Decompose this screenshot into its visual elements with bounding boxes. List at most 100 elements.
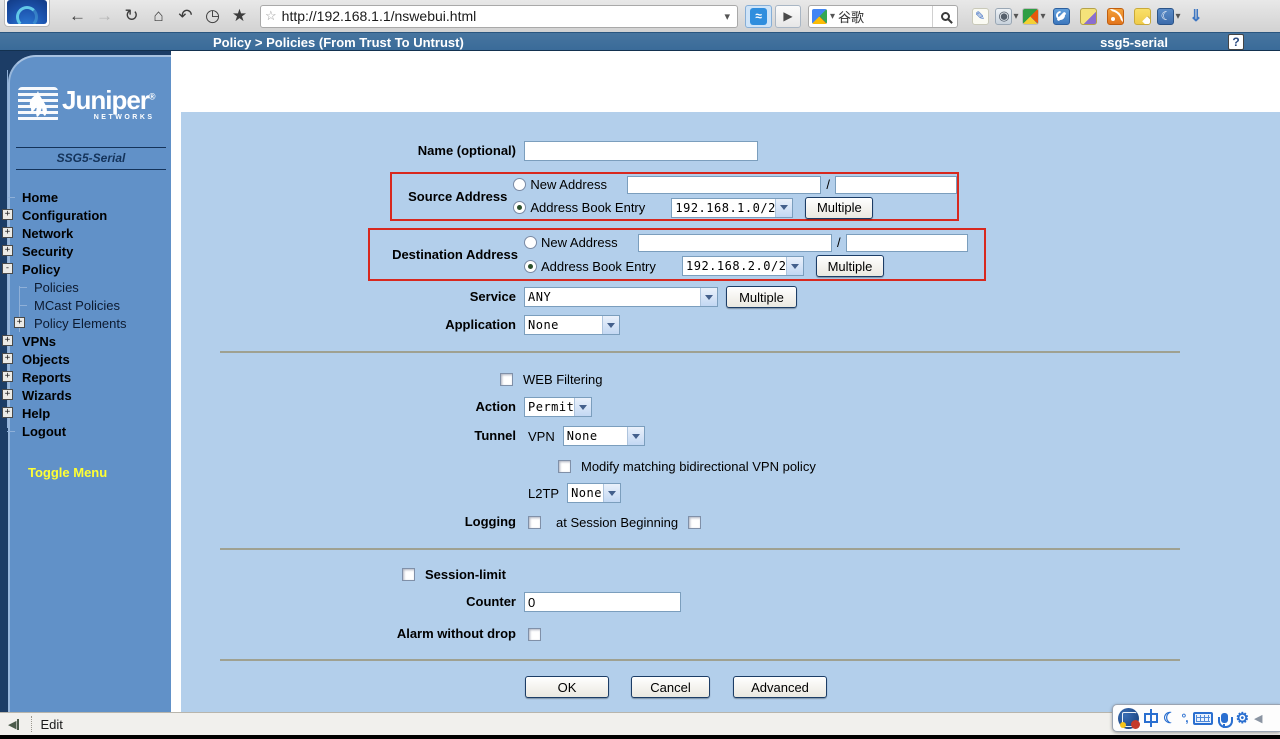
sidebar-item-policies[interactable]: Policies xyxy=(2,278,172,296)
sidebar-item-security[interactable]: +Security xyxy=(2,242,172,260)
expand-icon[interactable]: + xyxy=(2,227,13,238)
ime-logo-icon[interactable] xyxy=(1118,708,1139,729)
logging-checkbox[interactable] xyxy=(528,516,541,529)
sidebar-item-configuration[interactable]: +Configuration xyxy=(2,206,172,224)
sidebar-item-policy-elements[interactable]: +Policy Elements xyxy=(2,314,172,332)
sidebar-item-mcast-policies[interactable]: MCast Policies xyxy=(2,296,172,314)
expand-icon[interactable]: + xyxy=(2,209,13,220)
destination-address-book-radio[interactable] xyxy=(524,260,537,273)
chevron-down-icon[interactable] xyxy=(627,427,644,445)
rss-button[interactable] xyxy=(1103,5,1127,28)
search-input[interactable]: 谷歌 xyxy=(838,7,932,26)
toggle-menu-link[interactable]: Toggle Menu xyxy=(28,465,107,480)
ime-chinese-mode-icon[interactable] xyxy=(1144,713,1158,723)
vpn-select[interactable]: None xyxy=(563,426,645,446)
chevron-down-icon[interactable] xyxy=(786,257,803,275)
web-filtering-checkbox[interactable] xyxy=(500,373,513,386)
bookmark-star-icon[interactable]: ★ xyxy=(226,3,253,29)
modify-bidirectional-checkbox[interactable] xyxy=(558,460,571,473)
apps-button[interactable]: ▾ xyxy=(1022,5,1046,28)
forward-icon[interactable]: → xyxy=(91,3,118,29)
source-new-address-input[interactable] xyxy=(627,176,821,194)
counter-input[interactable] xyxy=(524,592,681,612)
search-box[interactable]: ▾ 谷歌 xyxy=(808,5,958,28)
advanced-button[interactable]: Advanced xyxy=(733,676,827,698)
expand-icon[interactable]: + xyxy=(2,335,13,346)
download-button[interactable]: ⇓ xyxy=(1184,5,1208,28)
source-address-book-select[interactable]: 192.168.1.0/24 xyxy=(671,198,793,218)
session-limit-checkbox[interactable] xyxy=(402,568,415,581)
ime-collapse-icon[interactable]: ◀ xyxy=(1254,712,1262,725)
quickdial-button[interactable]: ≈ xyxy=(745,5,772,28)
chevron-down-icon[interactable]: ▾ xyxy=(1175,11,1180,22)
nightmode-button[interactable]: ☾ ▾ xyxy=(1157,5,1181,28)
source-new-address-radio[interactable] xyxy=(513,178,526,191)
source-address-book-radio[interactable] xyxy=(513,201,526,214)
expand-icon[interactable]: + xyxy=(2,353,13,364)
sidebar-item-help[interactable]: +Help xyxy=(2,404,172,422)
sidebar-item-network[interactable]: +Network xyxy=(2,224,172,242)
alarm-checkbox[interactable] xyxy=(528,628,541,641)
destination-netmask-input[interactable] xyxy=(846,234,968,252)
url-dropdown-icon[interactable]: ▾ xyxy=(721,10,733,23)
google-icon[interactable] xyxy=(812,9,827,24)
search-button[interactable] xyxy=(932,6,957,27)
sidebar-item-policy[interactable]: -Policy xyxy=(2,260,172,278)
chevron-down-icon[interactable] xyxy=(574,398,591,416)
url-text[interactable]: http://192.168.1.1/nswebui.html xyxy=(282,8,722,24)
l2tp-select[interactable]: None xyxy=(567,483,621,503)
ime-keyboard-icon[interactable] xyxy=(1193,712,1213,725)
ime-fullwidth-icon[interactable]: ☾ xyxy=(1163,711,1176,726)
chevron-down-icon[interactable] xyxy=(700,288,717,306)
destination-multiple-button[interactable]: Multiple xyxy=(816,255,884,277)
ime-settings-gear-icon[interactable]: ⚙ xyxy=(1236,711,1249,726)
sidebar-item-reports[interactable]: +Reports xyxy=(2,368,172,386)
dock-left-icon[interactable]: ◀ xyxy=(8,718,19,731)
ok-button[interactable]: OK xyxy=(525,676,609,698)
collapse-icon[interactable]: - xyxy=(2,263,13,274)
sidebar-item-logout[interactable]: Logout xyxy=(2,422,172,440)
application-select[interactable]: None xyxy=(524,315,620,335)
expand-icon[interactable]: + xyxy=(2,245,13,256)
home-icon[interactable]: ⌂ xyxy=(145,3,172,29)
go-button[interactable]: ▶ xyxy=(775,5,801,28)
destination-new-address-input[interactable] xyxy=(638,234,832,252)
expand-icon[interactable]: + xyxy=(2,371,13,382)
source-netmask-input[interactable] xyxy=(835,176,957,194)
history-icon[interactable]: ◷ xyxy=(199,3,226,29)
note-edit-button[interactable]: ✎ xyxy=(968,5,992,28)
help-button[interactable]: ? xyxy=(1228,34,1244,50)
search-engine-dropdown-icon[interactable]: ▾ xyxy=(827,11,838,22)
session-beginning-checkbox[interactable] xyxy=(688,516,701,529)
chevron-down-icon[interactable] xyxy=(603,484,620,502)
sidebar-item-home[interactable]: Home xyxy=(2,188,172,206)
destination-address-book-select[interactable]: 192.168.2.0/24 xyxy=(682,256,804,276)
expand-icon[interactable]: + xyxy=(14,317,25,328)
ime-punctuation-icon[interactable]: °, xyxy=(1181,711,1187,725)
notes-button[interactable] xyxy=(1130,5,1154,28)
service-multiple-button[interactable]: Multiple xyxy=(726,286,797,308)
screenshot-button[interactable]: ◉ ▾ xyxy=(995,5,1019,28)
url-star-icon[interactable]: ☆ xyxy=(265,8,277,24)
destination-new-address-radio[interactable] xyxy=(524,236,537,249)
undo-icon[interactable]: ↶ xyxy=(172,3,199,29)
sidebar-item-vpns[interactable]: +VPNs xyxy=(2,332,172,350)
sidebar-item-wizards[interactable]: +Wizards xyxy=(2,386,172,404)
source-multiple-button[interactable]: Multiple xyxy=(805,197,873,219)
expand-icon[interactable]: + xyxy=(2,407,13,418)
ime-microphone-icon[interactable] xyxy=(1221,713,1228,723)
chevron-down-icon[interactable] xyxy=(775,199,792,217)
chevron-down-icon[interactable] xyxy=(602,316,619,334)
action-select[interactable]: Permit xyxy=(524,397,592,417)
cancel-button[interactable]: Cancel xyxy=(631,676,710,698)
sidebar-item-objects[interactable]: +Objects xyxy=(2,350,172,368)
name-input[interactable] xyxy=(524,141,758,161)
refresh-icon[interactable]: ↻ xyxy=(118,3,145,29)
chevron-down-icon[interactable]: ▾ xyxy=(1013,11,1018,22)
address-bar[interactable]: ☆ http://192.168.1.1/nswebui.html ▾ xyxy=(260,5,738,28)
tools-button[interactable] xyxy=(1049,5,1073,28)
clean-button[interactable] xyxy=(1076,5,1100,28)
browser-menu-button[interactable] xyxy=(4,0,50,27)
expand-icon[interactable]: + xyxy=(2,389,13,400)
chevron-down-icon[interactable]: ▾ xyxy=(1040,11,1045,22)
